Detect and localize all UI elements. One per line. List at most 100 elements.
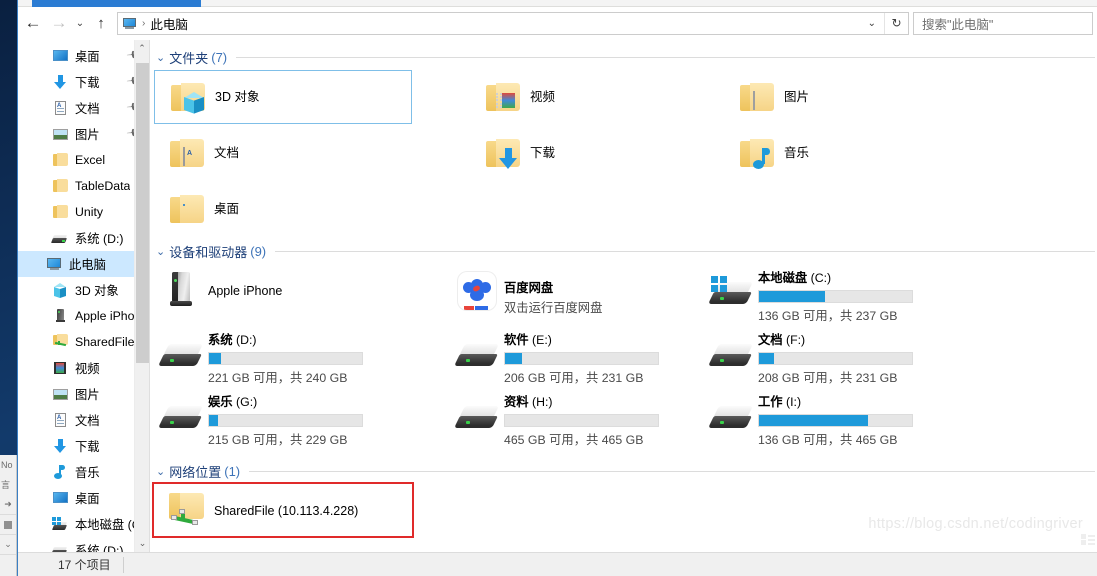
drive-icon (704, 388, 758, 450)
sidebar-item-5[interactable]: TableData (18, 173, 149, 199)
sidebar-item-label: 图片 (75, 128, 100, 142)
group-header-network[interactable]: ⌄ 网络位置 (1) (150, 458, 1097, 484)
sidebar-item-18[interactable]: 本地磁盘 (C:) (18, 511, 149, 537)
scroll-down-icon[interactable]: ⌄ (135, 535, 149, 552)
drive-tile[interactable]: 软件 (E:) 206 GB 可用，共 231 GB (450, 326, 700, 388)
search-input[interactable]: 搜索"此电脑" (913, 11, 1093, 35)
up-button[interactable]: ↑ (88, 10, 114, 36)
sidebar-item-13[interactable]: 图片 (18, 381, 149, 407)
sidebar-item-3[interactable]: 图片📌 (18, 121, 149, 147)
group-count-folders: (7) (211, 49, 228, 65)
folder-tile[interactable]: 下载 (470, 126, 670, 180)
drive-name: 娱乐 (G:) (208, 392, 363, 410)
group-header-devices[interactable]: ⌄ 设备和驱动器 (9) (150, 238, 1097, 264)
sidebar-item-7[interactable]: 系统 (D:) (18, 225, 149, 251)
drive-label: 软件 (504, 333, 529, 347)
windows-drive-icon (704, 264, 758, 326)
sidebar-item-16[interactable]: 音乐 (18, 459, 149, 485)
documents-icon: A (52, 100, 69, 116)
network-location-tile[interactable]: SharedFile (10.113.4.228) (154, 484, 416, 538)
drive-tile[interactable]: 资料 (H:) 465 GB 可用，共 465 GB (450, 388, 700, 450)
folder-label: 音乐 (784, 145, 810, 160)
drive-tile[interactable]: 本地磁盘 (C:) 136 GB 可用，共 237 GB (704, 264, 954, 326)
sidebar-item-label: 视频 (75, 362, 100, 376)
folder-tile[interactable]: 视频 (470, 70, 670, 124)
drive-capacity-text: 465 GB 可用，共 465 GB (504, 433, 644, 447)
drive-tile[interactable]: 娱乐 (G:) 215 GB 可用，共 229 GB (154, 388, 404, 450)
folder-pictures-icon (730, 83, 784, 111)
drive-usage-bar (758, 290, 913, 303)
folder-tile[interactable]: 桌面 (154, 182, 412, 236)
folders-grid: 3D 对象 A 文档桌面 视频 下载 图片音乐 (150, 70, 1097, 234)
background-strip-label-1: No (1, 460, 13, 470)
phone-icon (52, 308, 69, 324)
drive-label: 娱乐 (208, 395, 233, 409)
address-bar[interactable]: › 此电脑 ⌄ ↻ (117, 11, 909, 35)
refresh-icon[interactable]: ↻ (884, 12, 908, 34)
chevron-down-icon[interactable]: ⌄ (156, 465, 165, 478)
sidebar-item-17[interactable]: 桌面 (18, 485, 149, 511)
navigation-pane-scrollbar[interactable]: ⌃ ⌄ (134, 40, 149, 552)
folder-icon (52, 178, 69, 194)
folder-tile[interactable]: 图片 (724, 70, 924, 124)
sidebar-item-11[interactable]: SharedFile (10. (18, 329, 149, 355)
sidebar-item-10[interactable]: Apple iPhone (18, 303, 149, 329)
this-pc-icon (46, 256, 63, 272)
phone-icon (154, 264, 208, 326)
folder-tile[interactable]: 音乐 (724, 126, 924, 180)
breadcrumb-separator: › (142, 17, 146, 29)
folder-tile[interactable]: 3D 对象 (154, 70, 412, 124)
group-title-network: 网络位置 (169, 464, 222, 480)
folder-label: 图片 (784, 89, 810, 104)
sidebar-item-0[interactable]: 桌面📌 (18, 43, 149, 69)
device-name: Apple iPhone (208, 284, 283, 298)
drive-usage-bar (504, 352, 659, 365)
sidebar-item-4[interactable]: Excel (18, 147, 149, 173)
music-icon (52, 464, 69, 480)
drive-icon (50, 542, 69, 552)
device-tile[interactable]: Apple iPhone (154, 264, 404, 326)
drive-capacity-text: 136 GB 可用，共 237 GB (758, 309, 898, 323)
ribbon-active-tab[interactable] (32, 0, 201, 7)
drive-label: 文档 (758, 333, 783, 347)
drive-tile[interactable]: 文档 (F:) 208 GB 可用，共 231 GB (704, 326, 954, 388)
sidebar-item-1[interactable]: 下载📌 (18, 69, 149, 95)
sidebar-item-9[interactable]: 3D 对象 (18, 277, 149, 303)
folder-label: 桌面 (214, 201, 240, 216)
address-chevron-down-icon[interactable]: ⌄ (860, 18, 884, 29)
forward-button[interactable]: → (46, 10, 72, 36)
desktop-icon (52, 48, 69, 64)
watermark-logo-icon (1081, 534, 1095, 550)
drive-tile[interactable]: 系统 (D:) 221 GB 可用，共 240 GB (154, 326, 404, 388)
app-tile[interactable]: 百度网盘 双击运行百度网盘 (450, 264, 700, 326)
drive-usage-fill (209, 415, 219, 426)
drive-icon (704, 326, 758, 388)
sidebar-item-label: 文档 (75, 414, 100, 428)
chevron-down-icon[interactable]: ⌄ (156, 51, 165, 64)
windows-drive-icon (51, 516, 69, 532)
group-rule (275, 250, 1095, 252)
sidebar-item-15[interactable]: 下载 (18, 433, 149, 459)
background-strip-label-2: 言 (1, 480, 11, 490)
breadcrumb[interactable]: 此电脑 (150, 14, 188, 33)
sidebar-item-19[interactable]: 系统 (D:) (18, 537, 149, 552)
group-header-folders[interactable]: ⌄ 文件夹 (7) (150, 44, 1097, 70)
sidebar-item-14[interactable]: A 文档 (18, 407, 149, 433)
drive-tile[interactable]: 工作 (I:) 136 GB 可用，共 465 GB (704, 388, 954, 450)
scroll-up-icon[interactable]: ⌃ (135, 40, 149, 57)
drive-capacity-text: 215 GB 可用，共 229 GB (208, 433, 348, 447)
back-button[interactable]: ← (20, 10, 46, 36)
folder-tile[interactable]: A 文档 (154, 126, 412, 180)
chevron-down-icon[interactable]: ⌄ (156, 245, 165, 258)
sidebar-item-2[interactable]: A文档📌 (18, 95, 149, 121)
drive-usage-bar (208, 414, 363, 427)
sidebar-item-8[interactable]: 此电脑 (18, 251, 149, 277)
sidebar-item-12[interactable]: 视频 (18, 355, 149, 381)
scrollbar-thumb[interactable] (136, 63, 149, 363)
sidebar-item-6[interactable]: Unity (18, 199, 149, 225)
background-strip-arrow-icon: ➜ (0, 495, 16, 515)
drive-letter: (H:) (532, 395, 553, 409)
drive-usage-fill (759, 291, 825, 302)
recent-locations-chevron-down-icon[interactable]: ⌄ (72, 10, 88, 36)
item-count-label: 17 个项目 (58, 558, 111, 572)
